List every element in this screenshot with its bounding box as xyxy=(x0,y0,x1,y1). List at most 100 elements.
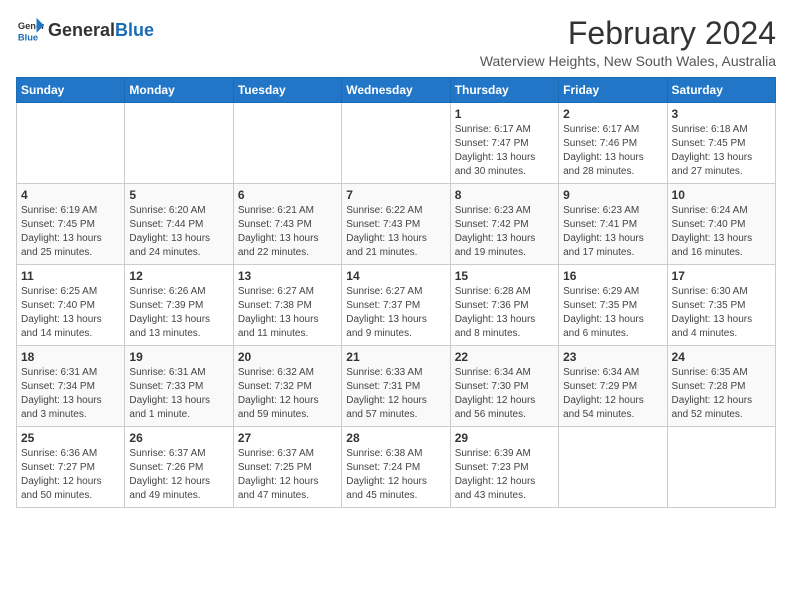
calendar-cell: 4Sunrise: 6:19 AM Sunset: 7:45 PM Daylig… xyxy=(17,184,125,265)
logo-icon: General Blue xyxy=(16,16,44,44)
day-number: 12 xyxy=(129,269,228,283)
main-title: February 2024 xyxy=(480,16,776,51)
day-info: Sunrise: 6:37 AM Sunset: 7:25 PM Dayligh… xyxy=(238,447,337,503)
day-info: Sunrise: 6:36 AM Sunset: 7:27 PM Dayligh… xyxy=(21,447,120,503)
calendar-cell: 26 Sunrise: 6:37 AM Sunset: 7:26 PM Dayli… xyxy=(125,427,233,508)
day-number: 3 xyxy=(672,107,771,121)
day-number: 29 xyxy=(455,431,554,445)
calendar-cell: 17 Sunrise: 6:30 AM Sunset: 7:35 PM Dayli… xyxy=(667,265,775,346)
header-friday: Friday xyxy=(559,78,667,103)
day-info: Sunrise: 6:34 AM Sunset: 7:30 PM Dayligh… xyxy=(455,366,554,422)
calendar-cell: 3 Sunrise: 6:18 AM Sunset: 7:45 PM Daylig… xyxy=(667,103,775,184)
day-info: Sunrise: 6:32 AM Sunset: 7:32 PM Dayligh… xyxy=(238,366,337,422)
day-number: 23 xyxy=(563,350,662,364)
day-number: 18 xyxy=(21,350,120,364)
day-number: 28 xyxy=(346,431,445,445)
calendar-cell xyxy=(559,427,667,508)
day-info: Sunrise: 6:20 AM Sunset: 7:44 PM Dayligh… xyxy=(129,204,228,260)
calendar-week-1: 1 Sunrise: 6:17 AM Sunset: 7:47 PM Daylig… xyxy=(17,103,776,184)
day-info: Sunrise: 6:26 AM Sunset: 7:39 PM Dayligh… xyxy=(129,285,228,341)
day-number: 5 xyxy=(129,188,228,202)
day-info: Sunrise: 6:27 AM Sunset: 7:37 PM Dayligh… xyxy=(346,285,445,341)
calendar-week-2: 4Sunrise: 6:19 AM Sunset: 7:45 PM Daylig… xyxy=(17,184,776,265)
day-info: Sunrise: 6:30 AM Sunset: 7:35 PM Dayligh… xyxy=(672,285,771,341)
day-info: Sunrise: 6:37 AM Sunset: 7:26 PM Dayligh… xyxy=(129,447,228,503)
calendar-cell: 2Sunrise: 6:17 AM Sunset: 7:46 PM Daylig… xyxy=(559,103,667,184)
header-wednesday: Wednesday xyxy=(342,78,450,103)
day-info: Sunrise: 6:17 AM Sunset: 7:47 PM Dayligh… xyxy=(455,123,554,179)
day-info: Sunrise: 6:38 AM Sunset: 7:24 PM Dayligh… xyxy=(346,447,445,503)
subtitle: Waterview Heights, New South Wales, Aust… xyxy=(480,53,776,69)
day-info: Sunrise: 6:23 AM Sunset: 7:41 PM Dayligh… xyxy=(563,204,662,260)
calendar-cell: 29 Sunrise: 6:39 AM Sunset: 7:23 PM Dayli… xyxy=(450,427,558,508)
calendar-cell xyxy=(125,103,233,184)
day-number: 26 xyxy=(129,431,228,445)
day-number: 4 xyxy=(21,188,120,202)
day-info: Sunrise: 6:25 AM Sunset: 7:40 PM Dayligh… xyxy=(21,285,120,341)
day-info: Sunrise: 6:22 AM Sunset: 7:43 PM Dayligh… xyxy=(346,204,445,260)
calendar-week-5: 25Sunrise: 6:36 AM Sunset: 7:27 PM Dayli… xyxy=(17,427,776,508)
calendar-cell: 18 Sunrise: 6:31 AM Sunset: 7:34 PM Dayli… xyxy=(17,346,125,427)
day-number: 2 xyxy=(563,107,662,121)
day-number: 7 xyxy=(346,188,445,202)
calendar-cell: 27 Sunrise: 6:37 AM Sunset: 7:25 PM Dayli… xyxy=(233,427,341,508)
svg-text:Blue: Blue xyxy=(18,32,38,42)
header-monday: Monday xyxy=(125,78,233,103)
calendar-cell: 7 Sunrise: 6:22 AM Sunset: 7:43 PM Daylig… xyxy=(342,184,450,265)
header-thursday: Thursday xyxy=(450,78,558,103)
day-info: Sunrise: 6:21 AM Sunset: 7:43 PM Dayligh… xyxy=(238,204,337,260)
day-info: Sunrise: 6:33 AM Sunset: 7:31 PM Dayligh… xyxy=(346,366,445,422)
day-number: 1 xyxy=(455,107,554,121)
calendar-cell xyxy=(233,103,341,184)
title-area: February 2024 Waterview Heights, New Sou… xyxy=(480,16,776,69)
calendar-cell: 19Sunrise: 6:31 AM Sunset: 7:33 PM Dayli… xyxy=(125,346,233,427)
header-tuesday: Tuesday xyxy=(233,78,341,103)
day-number: 16 xyxy=(563,269,662,283)
calendar-cell: 1 Sunrise: 6:17 AM Sunset: 7:47 PM Daylig… xyxy=(450,103,558,184)
day-number: 15 xyxy=(455,269,554,283)
calendar-cell: 16 Sunrise: 6:29 AM Sunset: 7:35 PM Dayli… xyxy=(559,265,667,346)
day-number: 14 xyxy=(346,269,445,283)
day-number: 11 xyxy=(21,269,120,283)
calendar-cell: 12 Sunrise: 6:26 AM Sunset: 7:39 PM Dayli… xyxy=(125,265,233,346)
calendar-cell: 21 Sunrise: 6:33 AM Sunset: 7:31 PM Dayli… xyxy=(342,346,450,427)
day-number: 20 xyxy=(238,350,337,364)
day-number: 6 xyxy=(238,188,337,202)
calendar-cell: 11 Sunrise: 6:25 AM Sunset: 7:40 PM Dayli… xyxy=(17,265,125,346)
calendar-header-row: SundayMondayTuesdayWednesdayThursdayFrid… xyxy=(17,78,776,103)
day-number: 10 xyxy=(672,188,771,202)
day-number: 27 xyxy=(238,431,337,445)
calendar-cell: 14 Sunrise: 6:27 AM Sunset: 7:37 PM Dayli… xyxy=(342,265,450,346)
calendar-cell: 10Sunrise: 6:24 AM Sunset: 7:40 PM Dayli… xyxy=(667,184,775,265)
header-saturday: Saturday xyxy=(667,78,775,103)
header: General Blue GeneralBlue February 2024 W… xyxy=(16,16,776,69)
day-info: Sunrise: 6:31 AM Sunset: 7:34 PM Dayligh… xyxy=(21,366,120,422)
calendar-week-4: 18 Sunrise: 6:31 AM Sunset: 7:34 PM Dayli… xyxy=(17,346,776,427)
calendar-week-3: 11 Sunrise: 6:25 AM Sunset: 7:40 PM Dayli… xyxy=(17,265,776,346)
day-number: 22 xyxy=(455,350,554,364)
calendar-cell: 5 Sunrise: 6:20 AM Sunset: 7:44 PM Daylig… xyxy=(125,184,233,265)
calendar-table: SundayMondayTuesdayWednesdayThursdayFrid… xyxy=(16,77,776,508)
day-number: 17 xyxy=(672,269,771,283)
calendar-cell: 28 Sunrise: 6:38 AM Sunset: 7:24 PM Dayli… xyxy=(342,427,450,508)
day-number: 21 xyxy=(346,350,445,364)
calendar-cell: 8Sunrise: 6:23 AM Sunset: 7:42 PM Daylig… xyxy=(450,184,558,265)
day-number: 13 xyxy=(238,269,337,283)
day-info: Sunrise: 6:39 AM Sunset: 7:23 PM Dayligh… xyxy=(455,447,554,503)
day-number: 19 xyxy=(129,350,228,364)
logo-blue: Blue xyxy=(115,20,154,41)
day-number: 24 xyxy=(672,350,771,364)
calendar-cell: 6 Sunrise: 6:21 AM Sunset: 7:43 PM Daylig… xyxy=(233,184,341,265)
calendar-cell: 13 Sunrise: 6:27 AM Sunset: 7:38 PM Dayli… xyxy=(233,265,341,346)
logo-general: General xyxy=(48,20,115,41)
calendar-cell: 24Sunrise: 6:35 AM Sunset: 7:28 PM Dayli… xyxy=(667,346,775,427)
calendar-cell xyxy=(17,103,125,184)
day-info: Sunrise: 6:27 AM Sunset: 7:38 PM Dayligh… xyxy=(238,285,337,341)
calendar-cell: 9Sunrise: 6:23 AM Sunset: 7:41 PM Daylig… xyxy=(559,184,667,265)
calendar-cell: 22 Sunrise: 6:34 AM Sunset: 7:30 PM Dayli… xyxy=(450,346,558,427)
day-info: Sunrise: 6:29 AM Sunset: 7:35 PM Dayligh… xyxy=(563,285,662,341)
header-sunday: Sunday xyxy=(17,78,125,103)
calendar-cell xyxy=(342,103,450,184)
day-info: Sunrise: 6:34 AM Sunset: 7:29 PM Dayligh… xyxy=(563,366,662,422)
day-info: Sunrise: 6:18 AM Sunset: 7:45 PM Dayligh… xyxy=(672,123,771,179)
